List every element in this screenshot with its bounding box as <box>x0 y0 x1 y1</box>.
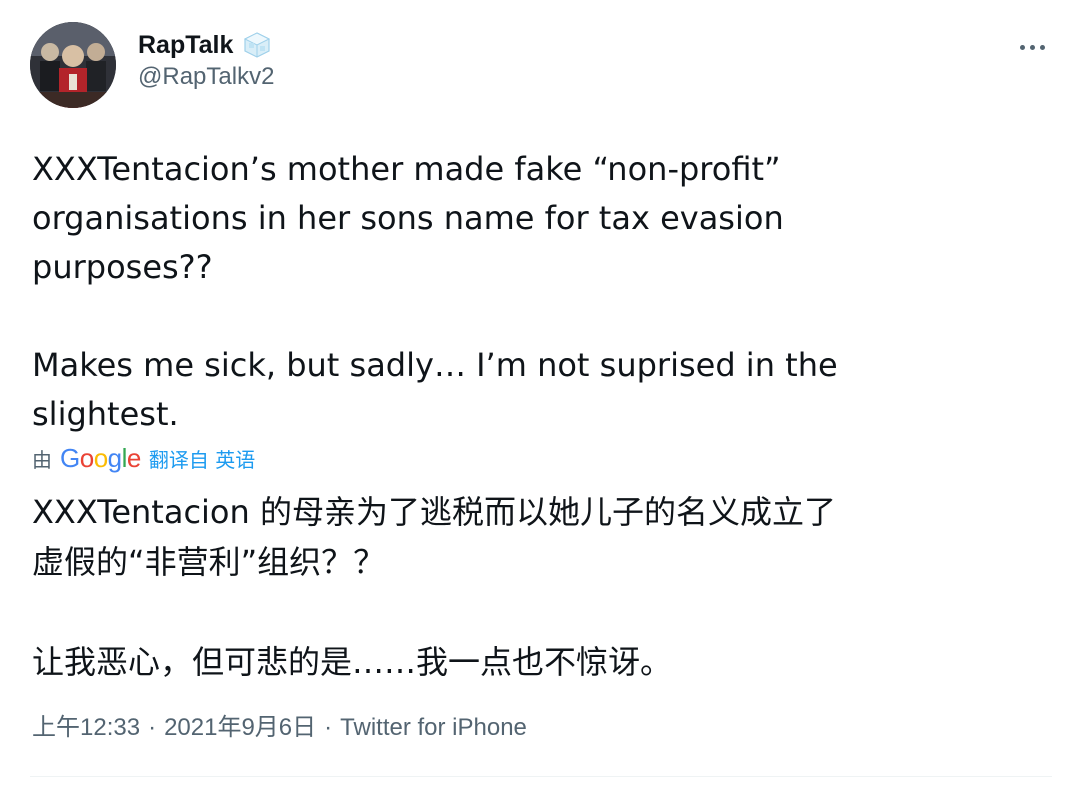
tweet-time[interactable]: 上午12:33 <box>32 711 140 745</box>
more-dots-icon <box>1039 44 1045 50</box>
meta-separator: · <box>324 714 333 741</box>
translated-tweet-text: XXXTentacion 的母亲为了逃税而以她儿子的名义成立了 虚假的“非营利”… <box>32 493 836 681</box>
ice-cube-icon <box>243 31 271 59</box>
translation-prefix: 由 <box>32 447 52 472</box>
tweet-header: RapTalk @RapTalkv2 <box>30 22 1060 112</box>
meta-separator: · <box>148 714 157 741</box>
tweet-date[interactable]: 2021年9月6日 <box>164 711 316 745</box>
tweet-source[interactable]: Twitter for iPhone <box>340 711 527 745</box>
tweet-card: RapTalk @RapTalkv2 XXXTentacion’s mother <box>0 0 1080 805</box>
google-logo: Google <box>60 442 141 473</box>
tweet-metadata: 上午12:33 · 2021年9月6日 · Twitter for iPhone <box>32 711 527 745</box>
more-dots-icon <box>1019 44 1025 50</box>
more-dots-icon <box>1029 44 1035 50</box>
author-display-name[interactable]: RapTalk <box>138 30 271 60</box>
author-handle[interactable]: @RapTalkv2 <box>138 62 274 92</box>
translation-attribution: 由 Google 翻译自 英语 <box>32 443 255 473</box>
avatar-image <box>30 22 116 108</box>
divider <box>30 776 1052 777</box>
translated-from-link[interactable]: 翻译自 英语 <box>149 444 255 473</box>
author-names: RapTalk @RapTalkv2 <box>138 30 274 92</box>
avatar[interactable] <box>30 22 116 108</box>
more-options-button[interactable] <box>1012 32 1052 62</box>
tweet-body-text: XXXTentacion’s mother made fake “non-pro… <box>32 150 838 433</box>
display-name-text[interactable]: RapTalk <box>138 30 233 60</box>
